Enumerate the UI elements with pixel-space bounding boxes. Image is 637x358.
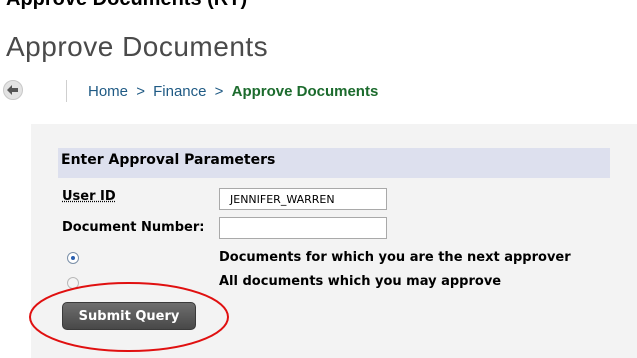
section-title: Enter Approval Parameters [61,152,276,168]
user-id-field[interactable]: JENNIFER_WARREN [219,188,387,210]
breadcrumb-separator: > [136,83,145,100]
back-arrow-icon [7,85,18,95]
breadcrumb-separator: > [214,83,224,100]
user-id-label: User ID [62,189,116,204]
all-documents-option-label: All documents which you may approve [219,274,502,289]
breadcrumb: Home > Finance > Approve Documents [88,83,378,100]
page-title: Approve Documents [6,31,269,62]
next-approver-radio[interactable] [67,252,79,264]
back-button[interactable] [3,80,23,100]
red-circle-annotation [29,282,229,352]
breadcrumb-current: Approve Documents [231,83,379,100]
breadcrumb-finance-link[interactable]: Finance [153,83,206,100]
next-approver-option-label: Documents for which you are the next app… [219,250,571,265]
cropped-heading: Approve Documents (RT) [6,0,247,11]
document-number-label: Document Number: [62,220,205,235]
breadcrumb-divider [66,80,67,102]
breadcrumb-home-link[interactable]: Home [88,83,128,100]
document-number-field[interactable] [219,217,387,239]
